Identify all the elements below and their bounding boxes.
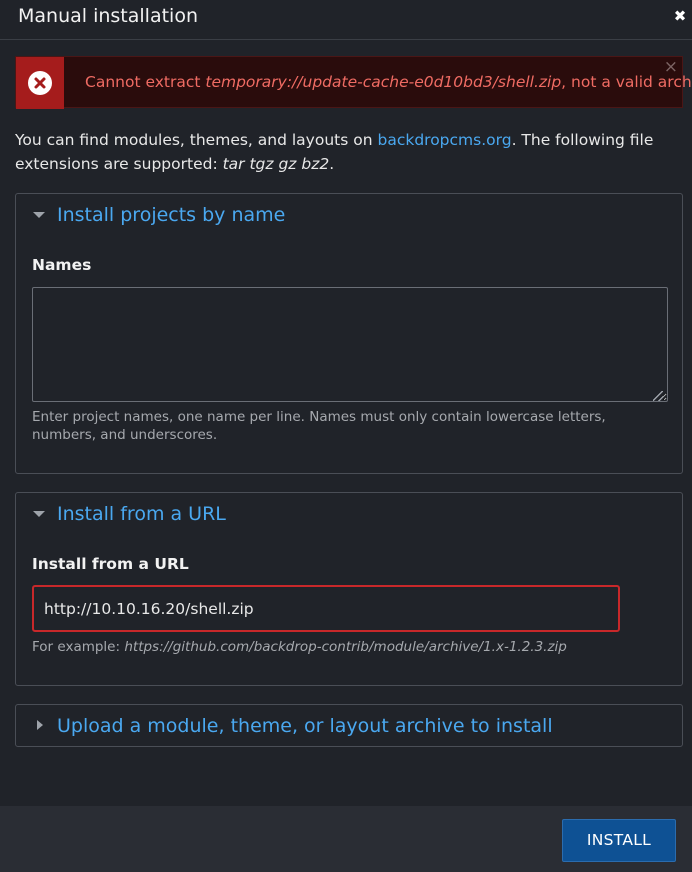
error-x-glyph [34,77,46,89]
dialog-footer: INSTALL [0,806,692,872]
alert-close-icon[interactable]: × [664,58,678,76]
alert-path: temporary://update-cache-e0d10bd3/shell.… [205,73,562,91]
alert-message: Cannot extract temporary://update-cache-… [85,73,692,91]
legend-install-by-name-label[interactable]: Install projects by name [57,204,285,226]
legend-upload-archive-label[interactable]: Upload a module, theme, or layout archiv… [57,715,553,737]
intro-text-3: . [329,155,335,173]
legend-upload-archive[interactable]: Upload a module, theme, or layout archiv… [16,705,676,746]
names-help-text: Enter project names, one name per line. … [32,409,606,443]
dialog-title: Manual installation [18,5,198,27]
names-label: Names [32,256,92,274]
url-help-prefix: For example: [32,639,125,655]
error-alert: Cannot extract temporary://update-cache-… [15,56,692,109]
backdropcms-link[interactable]: backdropcms.org [377,131,511,149]
url-help-example: https://github.com/backdrop-contrib/modu… [124,639,567,655]
legend-install-from-url-label[interactable]: Install from a URL [57,503,226,525]
error-x-icon [28,71,52,95]
dialog-close-icon[interactable]: ✖ [672,6,688,26]
resize-grip-icon[interactable] [653,391,663,401]
alert-icon-box [16,57,64,109]
intro-text: You can find modules, themes, and layout… [15,128,675,176]
install-button[interactable]: INSTALL [562,819,676,862]
intro-text-1: You can find modules, themes, and layout… [15,131,378,149]
supported-extensions: tar tgz gz bz2 [222,155,330,173]
url-input[interactable] [32,585,620,632]
alert-prefix: Cannot extract [85,73,206,91]
url-help-text: For example: https://github.com/backdrop… [32,638,662,656]
url-label: Install from a URL [32,555,189,573]
dialog-titlebar: Manual installation ✖ [0,0,692,40]
names-textarea[interactable] [32,287,668,402]
fieldset-install-from-url: Install from a URL Install from a URL Fo… [15,492,683,686]
legend-install-by-name[interactable]: Install projects by name [16,194,416,234]
fieldset-install-by-name: Install projects by name Names Enter pro… [15,193,683,474]
legend-install-from-url[interactable]: Install from a URL [16,493,416,533]
fieldset-upload-archive[interactable]: Upload a module, theme, or layout archiv… [15,704,683,747]
